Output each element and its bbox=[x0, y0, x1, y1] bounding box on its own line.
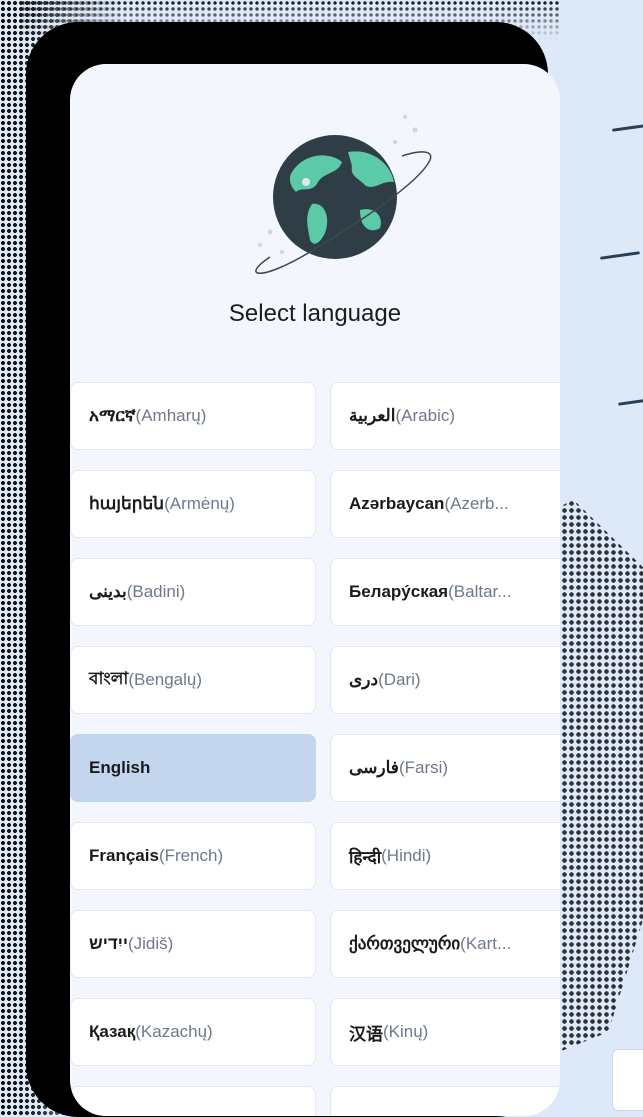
language-option[interactable] bbox=[330, 1086, 560, 1116]
language-option[interactable]: ייִדיש (Jidiš) bbox=[70, 910, 316, 978]
language-translated-name: (Badini) bbox=[126, 582, 186, 601]
phone-frame: Select language አማርኛ (Amharų) العربية (Ara… bbox=[26, 22, 560, 1117]
language-option[interactable]: دری (Dari) bbox=[330, 646, 560, 714]
language-option[interactable]: বাংলা (Bengalų) bbox=[70, 646, 316, 714]
language-translated-name: (Kinų) bbox=[383, 1022, 429, 1041]
dash-decoration bbox=[617, 397, 643, 406]
language-option[interactable]: العربية (Arabic) bbox=[330, 382, 560, 450]
language-option[interactable]: हिन्दी (Hindi) bbox=[330, 822, 560, 890]
language-translated-name: (Armėnų) bbox=[164, 494, 235, 513]
language-native-name: ייִדיש bbox=[89, 934, 128, 953]
dash-decoration bbox=[611, 123, 643, 132]
language-translated-name: (Dari) bbox=[378, 670, 421, 689]
language-translated-name: (Arabic) bbox=[395, 406, 455, 425]
language-native-name: Azərbaycan bbox=[349, 494, 445, 513]
language-translated-name: (Baltar... bbox=[448, 582, 512, 601]
language-option[interactable]: Français (French) bbox=[70, 822, 316, 890]
language-translated-name: (Kart... bbox=[460, 934, 512, 953]
language-native-name: বাংলা bbox=[89, 669, 129, 688]
language-option[interactable]: ქართველური (Kart... bbox=[330, 910, 560, 978]
language-native-name: دری bbox=[349, 670, 379, 689]
language-option[interactable]: 汉语 (Kinų) bbox=[330, 998, 560, 1066]
language-option[interactable]: Беларýская (Baltar... bbox=[330, 558, 560, 626]
language-native-name: Français bbox=[89, 846, 159, 865]
language-native-name: Қазақ bbox=[89, 1022, 136, 1041]
language-native-name: हिन्दी bbox=[349, 847, 382, 867]
language-translated-name: (Amharų) bbox=[135, 406, 207, 425]
language-translated-name: (Jidiš) bbox=[127, 934, 174, 953]
language-native-name: հայերեն bbox=[89, 494, 165, 513]
language-native-name: 汉语 bbox=[349, 1024, 383, 1044]
language-option[interactable]: հայերեն (Armėnų) bbox=[70, 470, 316, 538]
language-translated-name: (Bengalų) bbox=[128, 670, 203, 689]
language-translated-name: (French) bbox=[158, 846, 224, 865]
background-card-fragment bbox=[612, 1049, 643, 1111]
language-native-name: فارسی bbox=[349, 758, 399, 777]
language-native-name: العربية bbox=[349, 406, 396, 425]
language-option[interactable]: فارسی (Farsi) bbox=[330, 734, 560, 802]
language-translated-name: (Farsi) bbox=[398, 758, 449, 777]
language-select-screen: Select language አማርኛ (Amharų) العربية (Ara… bbox=[70, 64, 560, 1116]
globe-icon bbox=[220, 82, 450, 312]
language-translated-name: (Azerb... bbox=[444, 494, 509, 513]
language-translated-name: (Hindi) bbox=[381, 846, 432, 865]
language-option[interactable]: Қазақ (Kazachų) bbox=[70, 998, 316, 1066]
language-option[interactable]: Azərbaycan (Azerb... bbox=[330, 470, 560, 538]
language-native-name: English bbox=[89, 758, 151, 777]
language-option-selected[interactable]: English bbox=[70, 734, 316, 802]
language-option[interactable]: بدینی (Badini) bbox=[70, 558, 316, 626]
language-native-name: Беларýская bbox=[349, 582, 449, 601]
page-title: Select language bbox=[228, 300, 402, 327]
language-option[interactable] bbox=[70, 1086, 316, 1116]
language-option[interactable]: አማርኛ (Amharų) bbox=[70, 382, 316, 450]
language-native-name: بدینی bbox=[89, 582, 127, 601]
dash-decoration bbox=[599, 251, 641, 260]
language-native-name: ქართველური bbox=[349, 934, 461, 953]
language-native-name: አማርኛ bbox=[89, 406, 136, 425]
language-translated-name: (Kazachų) bbox=[135, 1022, 213, 1041]
